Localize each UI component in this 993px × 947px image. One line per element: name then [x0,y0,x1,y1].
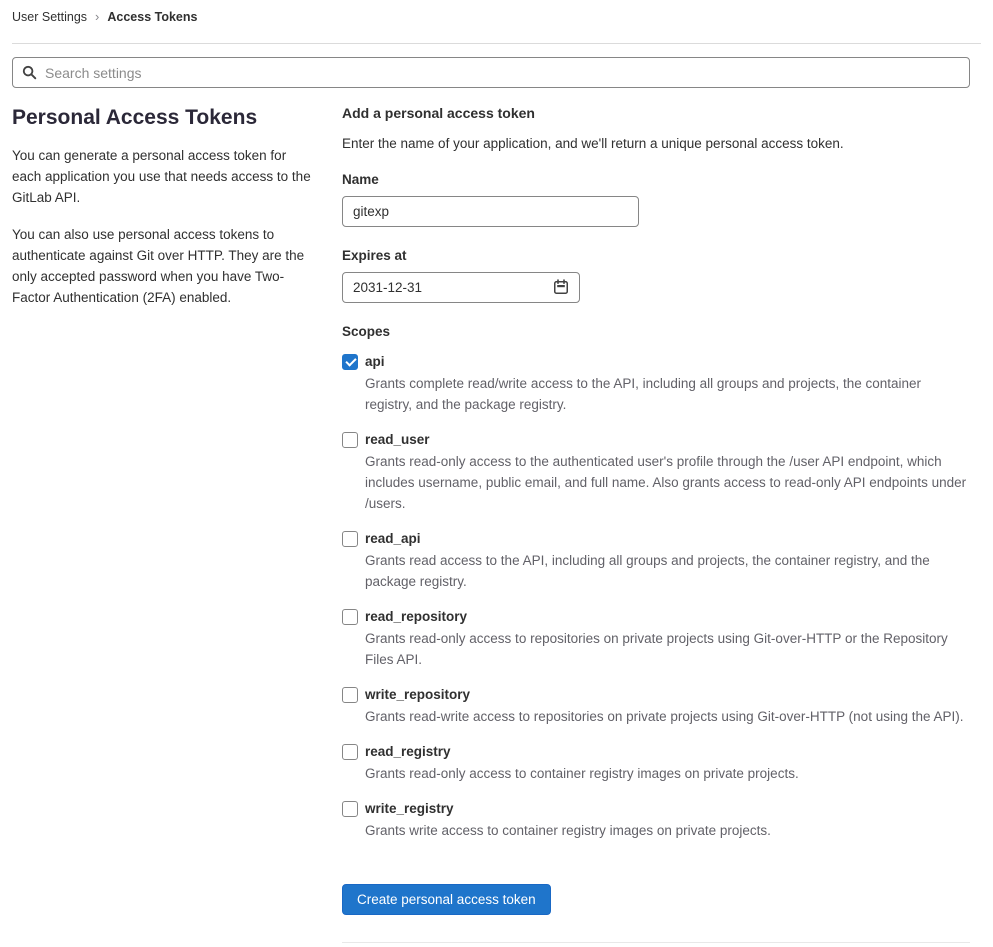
expires-at-label: Expires at [342,248,407,263]
scope-label[interactable]: write_repository [365,686,470,703]
scope-description: Grants read-only access to the authentic… [365,454,967,511]
scope-label[interactable]: read_api [365,530,421,547]
page-title: Personal Access Tokens [12,106,258,129]
scope-checkbox[interactable] [342,743,358,760]
chevron-right-icon: › [95,9,100,24]
expires-at-input[interactable] [342,272,580,303]
breadcrumb: User Settings › Access Tokens [12,0,981,44]
scope-item: read_api Grants read access to the API, … [342,530,970,592]
scope-description: Grants complete read/write access to the… [365,376,922,412]
scopes-list: api Grants complete read/write access to… [342,353,970,841]
settings-content: Personal Access Tokens You can generate … [12,105,970,943]
scope-label[interactable]: write_registry [365,800,454,817]
search-icon [22,65,37,80]
scope-checkbox[interactable] [342,530,358,547]
scopes-label: Scopes [342,324,391,339]
expires-field-group: Expires at [342,247,970,303]
scope-checkbox[interactable] [342,353,358,370]
scope-item: read_repository Grants read-only access … [342,608,970,670]
token-form-column: Add a personal access token Enter the na… [342,105,970,943]
scope-checkbox[interactable] [342,800,358,817]
create-token-button[interactable]: Create personal access token [342,884,551,915]
scope-label[interactable]: read_registry [365,743,451,760]
scope-description: Grants read-only access to repositories … [365,631,948,667]
scope-description: Grants write access to container registr… [365,823,771,838]
name-label: Name [342,172,379,187]
form-title: Add a personal access token [342,105,535,121]
scope-item: api Grants complete read/write access to… [342,353,970,415]
calendar-icon[interactable] [553,279,569,295]
scope-description: Grants read-only access to container reg… [365,766,799,781]
breadcrumb-access-tokens: Access Tokens [107,10,198,24]
section-paragraph-2: You can also use personal access tokens … [12,227,305,305]
section-paragraph-1: You can generate a personal access token… [12,148,311,205]
scope-item: write_registry Grants write access to co… [342,800,970,841]
scope-label[interactable]: api [365,353,385,370]
token-name-input[interactable] [342,196,639,227]
form-description: Enter the name of your application, and … [342,136,844,151]
section-description-column: Personal Access Tokens You can generate … [12,105,317,324]
name-field-group: Name [342,171,970,227]
scope-checkbox[interactable] [342,431,358,448]
scope-item: write_repository Grants read-write acces… [342,686,970,727]
settings-search [12,57,970,88]
scope-checkbox[interactable] [342,686,358,703]
scope-description: Grants read-write access to repositories… [365,709,964,724]
scope-description: Grants read access to the API, including… [365,553,930,589]
scope-item: read_user Grants read-only access to the… [342,431,970,514]
scope-label[interactable]: read_repository [365,608,467,625]
breadcrumb-user-settings[interactable]: User Settings [12,9,87,25]
bottom-divider [342,942,970,943]
scope-checkbox[interactable] [342,608,358,625]
scope-label[interactable]: read_user [365,431,430,448]
scope-item: read_registry Grants read-only access to… [342,743,970,784]
search-input[interactable] [12,57,970,88]
